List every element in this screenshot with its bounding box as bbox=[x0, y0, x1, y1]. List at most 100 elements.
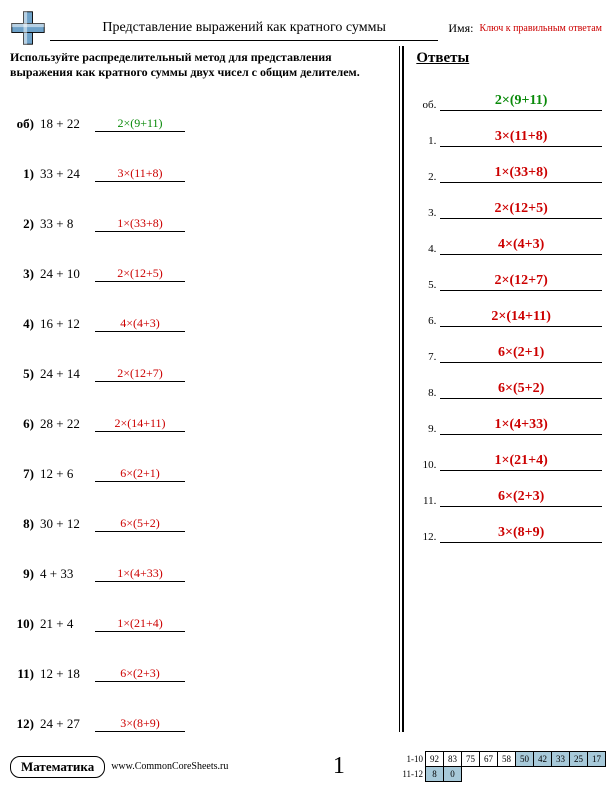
problem-number: об) bbox=[10, 116, 40, 132]
problem-number: 5) bbox=[10, 366, 40, 382]
score-cell: 58 bbox=[497, 752, 515, 767]
answer-value: 1×(4+33) bbox=[440, 417, 602, 435]
problem-row: 12)24 + 273×(8+9) bbox=[10, 682, 395, 732]
answer-row: 12.3×(8+9) bbox=[416, 507, 602, 543]
problem-expression: 12 + 6 bbox=[40, 466, 95, 482]
score-cell: 33 bbox=[551, 752, 569, 767]
answer-number: 1. bbox=[416, 135, 440, 147]
answer-row: 4.4×(4+3) bbox=[416, 219, 602, 255]
answer-value: 6×(2+1) bbox=[440, 345, 602, 363]
answer-number: 3. bbox=[416, 207, 440, 219]
score-cell: 17 bbox=[587, 752, 605, 767]
answer-key-label: Ключ к правильным ответам bbox=[473, 23, 602, 34]
answer-number: 10. bbox=[416, 459, 440, 471]
problem-expression: 16 + 12 bbox=[40, 316, 95, 332]
problem-expression: 33 + 24 bbox=[40, 166, 95, 182]
problem-expression: 24 + 10 bbox=[40, 266, 95, 282]
problem-expression: 33 + 8 bbox=[40, 216, 95, 232]
subject-box: Математика bbox=[10, 756, 105, 778]
problem-answer: 6×(2+1) bbox=[95, 466, 185, 482]
problem-expression: 30 + 12 bbox=[40, 516, 95, 532]
problem-answer: 4×(4+3) bbox=[95, 316, 185, 332]
problem-row: 5)24 + 142×(12+7) bbox=[10, 332, 395, 382]
answer-row: 5.2×(12+7) bbox=[416, 255, 602, 291]
page-title: Представление выражений как кратного сум… bbox=[50, 16, 438, 41]
problem-answer: 6×(2+3) bbox=[95, 666, 185, 682]
problem-expression: 12 + 18 bbox=[40, 666, 95, 682]
problem-expression: 4 + 33 bbox=[40, 566, 95, 582]
score-cell: 42 bbox=[533, 752, 551, 767]
problem-row: 7)12 + 66×(2+1) bbox=[10, 432, 395, 482]
problem-answer: 6×(5+2) bbox=[95, 516, 185, 532]
problem-number: 2) bbox=[10, 216, 40, 232]
answer-value: 1×(33+8) bbox=[440, 165, 602, 183]
problem-number: 10) bbox=[10, 616, 40, 632]
problem-row: 8)30 + 126×(5+2) bbox=[10, 482, 395, 532]
problem-row: 2)33 + 81×(33+8) bbox=[10, 182, 395, 232]
score-cell: 83 bbox=[443, 752, 461, 767]
plus-icon bbox=[10, 10, 46, 46]
answer-number: 2. bbox=[416, 171, 440, 183]
problem-expression: 24 + 14 bbox=[40, 366, 95, 382]
problem-row: об)18 + 222×(9+11) bbox=[10, 82, 395, 132]
answer-number: 9. bbox=[416, 423, 440, 435]
problem-row: 9)4 + 331×(4+33) bbox=[10, 532, 395, 582]
problem-answer: 2×(9+11) bbox=[95, 116, 185, 132]
answer-row: об.2×(9+11) bbox=[416, 75, 602, 111]
score-cell: 67 bbox=[479, 752, 497, 767]
problem-number: 6) bbox=[10, 416, 40, 432]
answer-row: 10.1×(21+4) bbox=[416, 435, 602, 471]
problem-number: 1) bbox=[10, 166, 40, 182]
problem-number: 9) bbox=[10, 566, 40, 582]
answer-row: 8.6×(5+2) bbox=[416, 363, 602, 399]
answer-value: 6×(5+2) bbox=[440, 381, 602, 399]
answer-number: 5. bbox=[416, 279, 440, 291]
answer-value: 6×(2+3) bbox=[440, 489, 602, 507]
problem-expression: 28 + 22 bbox=[40, 416, 95, 432]
score-cell: 50 bbox=[515, 752, 533, 767]
problem-number: 8) bbox=[10, 516, 40, 532]
answer-number: 4. bbox=[416, 243, 440, 255]
problem-answer: 1×(4+33) bbox=[95, 566, 185, 582]
answer-row: 1.3×(11+8) bbox=[416, 111, 602, 147]
answer-value: 1×(21+4) bbox=[440, 453, 602, 471]
answer-value: 4×(4+3) bbox=[440, 237, 602, 255]
answer-value: 2×(14+11) bbox=[440, 309, 602, 327]
answers-header: Ответы bbox=[416, 46, 602, 75]
problem-row: 3)24 + 102×(12+5) bbox=[10, 232, 395, 282]
score-grid: 1-109283756758504233251711-1280 bbox=[399, 751, 606, 782]
answer-number: 11. bbox=[416, 495, 440, 507]
answer-row: 9.1×(4+33) bbox=[416, 399, 602, 435]
problem-number: 7) bbox=[10, 466, 40, 482]
answer-value: 2×(12+7) bbox=[440, 273, 602, 291]
problem-answer: 1×(33+8) bbox=[95, 216, 185, 232]
problem-expression: 18 + 22 bbox=[40, 116, 95, 132]
problem-row: 11)12 + 186×(2+3) bbox=[10, 632, 395, 682]
score-cell: 75 bbox=[461, 752, 479, 767]
answer-row: 3.2×(12+5) bbox=[416, 183, 602, 219]
problem-expression: 21 + 4 bbox=[40, 616, 95, 632]
problems-list: об)18 + 222×(9+11)1)33 + 243×(11+8)2)33 … bbox=[10, 82, 395, 732]
answer-number: 6. bbox=[416, 315, 440, 327]
footer: Математика www.CommonCoreSheets.ru 1 1-1… bbox=[10, 751, 606, 782]
answer-number: об. bbox=[416, 99, 440, 111]
site-url: www.CommonCoreSheets.ru bbox=[105, 761, 228, 772]
problem-answer: 2×(12+5) bbox=[95, 266, 185, 282]
score-row-label: 1-10 bbox=[399, 752, 425, 767]
answer-row: 11.6×(2+3) bbox=[416, 471, 602, 507]
problem-row: 10)21 + 41×(21+4) bbox=[10, 582, 395, 632]
answer-value: 3×(11+8) bbox=[440, 129, 602, 147]
answer-number: 7. bbox=[416, 351, 440, 363]
score-row-label: 11-12 bbox=[399, 767, 425, 782]
name-label: Имя: bbox=[438, 21, 473, 36]
answer-number: 8. bbox=[416, 387, 440, 399]
score-cell: 25 bbox=[569, 752, 587, 767]
problem-number: 4) bbox=[10, 316, 40, 332]
problem-row: 1)33 + 243×(11+8) bbox=[10, 132, 395, 182]
answer-value: 2×(12+5) bbox=[440, 201, 602, 219]
page-number: 1 bbox=[283, 753, 345, 780]
header: Представление выражений как кратного сум… bbox=[10, 10, 602, 46]
problem-answer: 3×(11+8) bbox=[95, 166, 185, 182]
answers-list: об.2×(9+11)1.3×(11+8)2.1×(33+8)3.2×(12+5… bbox=[416, 75, 602, 543]
problem-row: 6)28 + 222×(14+11) bbox=[10, 382, 395, 432]
